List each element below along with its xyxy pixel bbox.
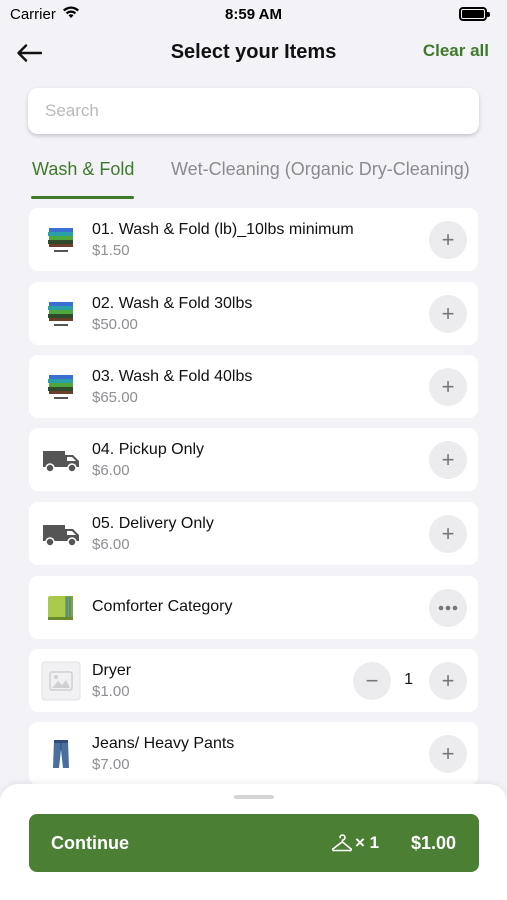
item-text: Comforter Category [92, 598, 233, 616]
hanger-icon [331, 833, 353, 857]
continue-label: Continue [51, 832, 129, 853]
more-dots-icon [438, 605, 458, 611]
search-input[interactable] [45, 101, 479, 121]
folded-clothes-icon [41, 367, 81, 407]
image-placeholder-icon [41, 661, 81, 701]
folded-clothes-icon [41, 294, 81, 334]
list-item[interactable]: Jeans/ Heavy Pants $7.00 + [29, 722, 478, 785]
plus-icon: + [441, 374, 455, 399]
cart-bottom-sheet: Continue × 1 $1.00 [0, 784, 507, 900]
cart-total: $1.00 [410, 832, 456, 853]
quantity-value: 1 [404, 671, 413, 688]
comforter-icon [41, 588, 81, 628]
page-title: Select your Items [170, 40, 337, 63]
item-text: 01. Wash & Fold (lb)_10lbs minimum $1.50 [92, 221, 354, 259]
item-name: Comforter Category [92, 598, 233, 615]
cart-count: × 1 [355, 833, 380, 852]
item-price: $65.00 [92, 388, 138, 406]
list-item[interactable]: 03. Wash & Fold 40lbs $65.00 + [29, 355, 478, 418]
item-name: 02. Wash & Fold 30lbs [92, 294, 253, 312]
add-button[interactable]: + [429, 735, 467, 773]
item-name: Jeans/ Heavy Pants [92, 734, 235, 752]
decrease-button[interactable]: − [353, 662, 391, 700]
add-button[interactable]: + [429, 295, 467, 333]
item-name: 03. Wash & Fold 40lbs [92, 367, 253, 385]
item-price: $50.00 [92, 315, 138, 333]
add-button[interactable]: + [429, 221, 467, 259]
plus-icon: + [441, 741, 455, 766]
item-name: Dryer [92, 661, 132, 679]
item-text: 05. Delivery Only $6.00 [92, 515, 214, 553]
more-button[interactable] [429, 589, 467, 627]
item-name: 04. Pickup Only [92, 440, 205, 458]
van-icon [41, 440, 81, 480]
list-item[interactable]: Comforter Category [29, 576, 478, 639]
plus-icon: + [441, 227, 455, 252]
continue-button[interactable]: Continue × 1 $1.00 [29, 814, 479, 872]
search-box [28, 88, 479, 134]
nav-bar: Select your Items Clear all [0, 30, 507, 74]
item-price: $1.00 [92, 682, 130, 700]
status-bar: Carrier 8:59 AM [0, 0, 507, 28]
add-button[interactable]: + [429, 368, 467, 406]
plus-icon: + [441, 447, 455, 472]
item-price: $7.00 [92, 755, 130, 773]
sheet-handle[interactable] [234, 795, 274, 799]
list-item[interactable]: 04. Pickup Only $6.00 + [29, 428, 478, 491]
item-text: 02. Wash & Fold 30lbs $50.00 [92, 295, 252, 333]
category-tabs: Wash & Fold Wet-Cleaning (Organic Dry-Cl… [0, 150, 507, 200]
tab-wash-and-fold[interactable]: Wash & Fold [32, 159, 134, 180]
battery-icon [459, 7, 490, 21]
back-button[interactable] [14, 38, 44, 68]
item-text: 03. Wash & Fold 40lbs $65.00 [92, 368, 252, 406]
plus-icon: + [441, 301, 455, 326]
item-name: 01. Wash & Fold (lb)_10lbs minimum [92, 220, 354, 238]
item-text: Dryer $1.00 [92, 662, 131, 700]
item-name: 05. Delivery Only [92, 514, 214, 532]
clear-all-button[interactable]: Clear all [423, 41, 489, 61]
list-item[interactable]: 05. Delivery Only $6.00 + [29, 502, 478, 565]
jeans-icon [41, 734, 81, 774]
item-price: $6.00 [92, 461, 130, 479]
arrow-left-icon [17, 44, 42, 62]
item-text: 04. Pickup Only $6.00 [92, 441, 204, 479]
status-time: 8:59 AM [225, 5, 282, 23]
list-item[interactable]: 01. Wash & Fold (lb)_10lbs minimum $1.50… [29, 208, 478, 271]
list-item[interactable]: 02. Wash & Fold 30lbs $50.00 + [29, 282, 478, 345]
plus-icon: + [441, 521, 455, 546]
minus-icon: − [365, 668, 379, 693]
folded-clothes-icon [41, 220, 81, 260]
van-icon [41, 514, 81, 554]
add-button[interactable]: + [429, 441, 467, 479]
plus-icon: + [441, 668, 455, 693]
list-item[interactable]: Dryer $1.00 − 1 + [29, 649, 478, 712]
item-text: Jeans/ Heavy Pants $7.00 [92, 735, 234, 773]
tab-wet-cleaning[interactable]: Wet-Cleaning (Organic Dry-Cleaning) [171, 159, 470, 180]
add-button[interactable]: + [429, 515, 467, 553]
item-price: $1.50 [92, 241, 130, 259]
add-button[interactable]: + [429, 662, 467, 700]
item-price: $6.00 [92, 535, 130, 553]
active-tab-indicator [31, 196, 134, 199]
